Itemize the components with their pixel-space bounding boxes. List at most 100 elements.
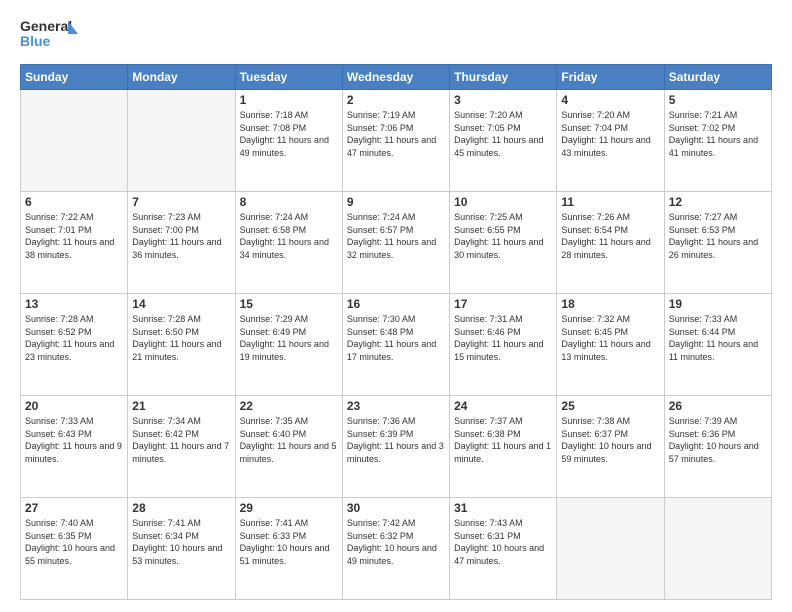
weekday-header-sunday: Sunday (21, 65, 128, 90)
calendar-cell: 28 Sunrise: 7:41 AM Sunset: 6:34 PM Dayli… (128, 498, 235, 600)
day-number: 16 (347, 297, 445, 311)
day-number: 17 (454, 297, 552, 311)
svg-text:General: General (20, 18, 72, 34)
day-info: Sunrise: 7:32 AM Sunset: 6:45 PM Dayligh… (561, 313, 659, 363)
calendar-cell: 20Sunrise: 7:33 AM Sunset: 6:43 PM Dayli… (21, 396, 128, 498)
day-number: 10 (454, 195, 552, 209)
calendar-cell: 2 Sunrise: 7:19 AM Sunset: 7:06 PM Daylig… (342, 90, 449, 192)
day-info: Sunrise: 7:29 AM Sunset: 6:49 PM Dayligh… (240, 313, 338, 363)
day-info: Sunrise: 7:21 AM Sunset: 7:02 PM Dayligh… (669, 109, 767, 159)
logo-icon: GeneralBlue (20, 16, 80, 54)
day-info: Sunrise: 7:28 AM Sunset: 6:50 PM Dayligh… (132, 313, 230, 363)
calendar-week-row: 20Sunrise: 7:33 AM Sunset: 6:43 PM Dayli… (21, 396, 772, 498)
day-number: 28 (132, 501, 230, 515)
calendar-cell: 21Sunrise: 7:34 AM Sunset: 6:42 PM Dayli… (128, 396, 235, 498)
day-info: Sunrise: 7:39 AM Sunset: 6:36 PM Dayligh… (669, 415, 767, 465)
calendar-cell: 30 Sunrise: 7:42 AM Sunset: 6:32 PM Dayli… (342, 498, 449, 600)
calendar-cell: 6 Sunrise: 7:22 AM Sunset: 7:01 PM Daylig… (21, 192, 128, 294)
calendar-header-row: SundayMondayTuesdayWednesdayThursdayFrid… (21, 65, 772, 90)
day-number: 27 (25, 501, 123, 515)
calendar-cell: 23 Sunrise: 7:36 AM Sunset: 6:39 PM Dayli… (342, 396, 449, 498)
weekday-header-friday: Friday (557, 65, 664, 90)
day-number: 29 (240, 501, 338, 515)
day-info: Sunrise: 7:23 AM Sunset: 7:00 PM Dayligh… (132, 211, 230, 261)
calendar-week-row: 27 Sunrise: 7:40 AM Sunset: 6:35 PM Dayli… (21, 498, 772, 600)
day-number: 14 (132, 297, 230, 311)
day-info: Sunrise: 7:26 AM Sunset: 6:54 PM Dayligh… (561, 211, 659, 261)
day-number: 9 (347, 195, 445, 209)
day-number: 23 (347, 399, 445, 413)
day-info: Sunrise: 7:36 AM Sunset: 6:39 PM Dayligh… (347, 415, 445, 465)
calendar-cell: 26 Sunrise: 7:39 AM Sunset: 6:36 PM Dayli… (664, 396, 771, 498)
calendar-week-row: 13Sunrise: 7:28 AM Sunset: 6:52 PM Dayli… (21, 294, 772, 396)
calendar-cell: 4 Sunrise: 7:20 AM Sunset: 7:04 PM Daylig… (557, 90, 664, 192)
day-number: 25 (561, 399, 659, 413)
calendar-cell: 14 Sunrise: 7:28 AM Sunset: 6:50 PM Dayli… (128, 294, 235, 396)
day-info: Sunrise: 7:41 AM Sunset: 6:34 PM Dayligh… (132, 517, 230, 567)
day-info: Sunrise: 7:40 AM Sunset: 6:35 PM Dayligh… (25, 517, 123, 567)
day-info: Sunrise: 7:41 AM Sunset: 6:33 PM Dayligh… (240, 517, 338, 567)
weekday-header-saturday: Saturday (664, 65, 771, 90)
calendar-cell: 27 Sunrise: 7:40 AM Sunset: 6:35 PM Dayli… (21, 498, 128, 600)
calendar-cell: 15Sunrise: 7:29 AM Sunset: 6:49 PM Dayli… (235, 294, 342, 396)
header: GeneralBlue (20, 16, 772, 54)
day-number: 8 (240, 195, 338, 209)
calendar-cell (557, 498, 664, 600)
calendar-week-row: 1 Sunrise: 7:18 AM Sunset: 7:08 PM Daylig… (21, 90, 772, 192)
day-number: 1 (240, 93, 338, 107)
day-info: Sunrise: 7:28 AM Sunset: 6:52 PM Dayligh… (25, 313, 123, 363)
day-info: Sunrise: 7:20 AM Sunset: 7:04 PM Dayligh… (561, 109, 659, 159)
day-info: Sunrise: 7:18 AM Sunset: 7:08 PM Dayligh… (240, 109, 338, 159)
day-info: Sunrise: 7:31 AM Sunset: 6:46 PM Dayligh… (454, 313, 552, 363)
day-number: 5 (669, 93, 767, 107)
calendar-cell: 8 Sunrise: 7:24 AM Sunset: 6:58 PM Daylig… (235, 192, 342, 294)
day-info: Sunrise: 7:34 AM Sunset: 6:42 PM Dayligh… (132, 415, 230, 465)
weekday-header-tuesday: Tuesday (235, 65, 342, 90)
svg-text:Blue: Blue (20, 33, 51, 49)
calendar-cell: 1 Sunrise: 7:18 AM Sunset: 7:08 PM Daylig… (235, 90, 342, 192)
day-info: Sunrise: 7:30 AM Sunset: 6:48 PM Dayligh… (347, 313, 445, 363)
day-number: 4 (561, 93, 659, 107)
calendar-cell (21, 90, 128, 192)
day-info: Sunrise: 7:25 AM Sunset: 6:55 PM Dayligh… (454, 211, 552, 261)
calendar-cell: 11 Sunrise: 7:26 AM Sunset: 6:54 PM Dayli… (557, 192, 664, 294)
calendar-week-row: 6 Sunrise: 7:22 AM Sunset: 7:01 PM Daylig… (21, 192, 772, 294)
day-number: 12 (669, 195, 767, 209)
day-number: 20 (25, 399, 123, 413)
day-number: 11 (561, 195, 659, 209)
weekday-header-wednesday: Wednesday (342, 65, 449, 90)
day-number: 30 (347, 501, 445, 515)
calendar-cell: 13Sunrise: 7:28 AM Sunset: 6:52 PM Dayli… (21, 294, 128, 396)
day-number: 24 (454, 399, 552, 413)
day-info: Sunrise: 7:20 AM Sunset: 7:05 PM Dayligh… (454, 109, 552, 159)
day-info: Sunrise: 7:38 AM Sunset: 6:37 PM Dayligh… (561, 415, 659, 465)
day-info: Sunrise: 7:42 AM Sunset: 6:32 PM Dayligh… (347, 517, 445, 567)
day-number: 31 (454, 501, 552, 515)
day-number: 18 (561, 297, 659, 311)
day-number: 19 (669, 297, 767, 311)
calendar-cell: 12 Sunrise: 7:27 AM Sunset: 6:53 PM Dayli… (664, 192, 771, 294)
day-info: Sunrise: 7:27 AM Sunset: 6:53 PM Dayligh… (669, 211, 767, 261)
weekday-header-thursday: Thursday (450, 65, 557, 90)
day-info: Sunrise: 7:24 AM Sunset: 6:58 PM Dayligh… (240, 211, 338, 261)
calendar-cell: 7 Sunrise: 7:23 AM Sunset: 7:00 PM Daylig… (128, 192, 235, 294)
calendar-cell (128, 90, 235, 192)
calendar-cell: 16 Sunrise: 7:30 AM Sunset: 6:48 PM Dayli… (342, 294, 449, 396)
logo: GeneralBlue (20, 16, 80, 54)
calendar-cell: 5 Sunrise: 7:21 AM Sunset: 7:02 PM Daylig… (664, 90, 771, 192)
day-info: Sunrise: 7:37 AM Sunset: 6:38 PM Dayligh… (454, 415, 552, 465)
day-number: 6 (25, 195, 123, 209)
calendar-cell: 18 Sunrise: 7:32 AM Sunset: 6:45 PM Dayli… (557, 294, 664, 396)
calendar-cell: 9Sunrise: 7:24 AM Sunset: 6:57 PM Daylig… (342, 192, 449, 294)
day-number: 2 (347, 93, 445, 107)
day-info: Sunrise: 7:19 AM Sunset: 7:06 PM Dayligh… (347, 109, 445, 159)
calendar-cell: 29 Sunrise: 7:41 AM Sunset: 6:33 PM Dayli… (235, 498, 342, 600)
day-info: Sunrise: 7:22 AM Sunset: 7:01 PM Dayligh… (25, 211, 123, 261)
calendar-cell: 19Sunrise: 7:33 AM Sunset: 6:44 PM Dayli… (664, 294, 771, 396)
day-number: 26 (669, 399, 767, 413)
day-info: Sunrise: 7:35 AM Sunset: 6:40 PM Dayligh… (240, 415, 338, 465)
day-number: 7 (132, 195, 230, 209)
day-info: Sunrise: 7:43 AM Sunset: 6:31 PM Dayligh… (454, 517, 552, 567)
day-number: 3 (454, 93, 552, 107)
calendar-cell: 31 Sunrise: 7:43 AM Sunset: 6:31 PM Dayli… (450, 498, 557, 600)
